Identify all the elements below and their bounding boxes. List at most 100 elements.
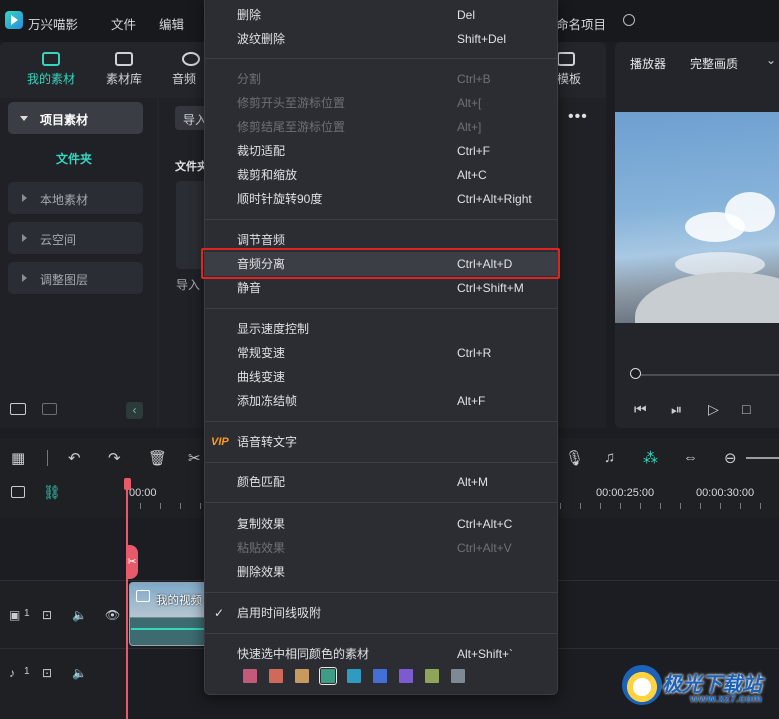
menu-file[interactable]: 文件 [111,14,136,33]
tab-audio[interactable]: 音频 [172,52,204,87]
menu-item[interactable]: 常规变速 Ctrl+R [205,341,557,365]
menu-item[interactable]: 显示速度控制 [205,317,557,341]
menu-item[interactable]: 裁剪和缩放 Alt+C [205,163,557,187]
split-marker[interactable]: ✂ [126,545,138,579]
redo-icon[interactable]: ↷ [108,449,121,467]
menu-item[interactable]: 颜色匹配 Alt+M [205,470,557,494]
menu-item[interactable]: 语音转文字 VIP [205,430,557,454]
menu-item[interactable]: 添加冻结帧 Alt+F [205,389,557,413]
playhead-handle[interactable] [124,478,131,490]
lock-icon[interactable]: ⊡ [42,666,52,680]
menu-item: 修剪开头至游标位置 Alt+[ [205,91,557,115]
menu-item[interactable]: 静音 Ctrl+Shift+M [205,276,557,300]
expand-arrow-icon [22,194,27,202]
clip-title: 我的视频 [156,595,202,607]
add-track-icon[interactable] [11,486,25,498]
menu-separator [205,462,557,463]
menu-item-label: 常规变速 [237,346,286,360]
prev-frame-icon[interactable]: ⏮ [634,401,647,418]
menu-separator [205,58,557,59]
new-folder-icon[interactable] [10,403,26,415]
library-icon [115,52,133,66]
link-icon[interactable]: ⛓ [43,484,61,501]
menu-separator [205,308,557,309]
cloud-sync-icon[interactable] [623,14,635,26]
microphone-icon[interactable]: 🎙 [565,449,584,467]
chevron-down-icon[interactable]: ⌄ [766,53,776,67]
eye-icon[interactable]: 👁 [105,608,120,622]
sidebar-item-adjust-layer[interactable]: 调整图层 [8,262,143,294]
zoom-out-icon[interactable]: ⊖ [724,449,737,467]
quality-select[interactable]: 完整画质 [690,55,738,72]
menu-item[interactable]: 波纹删除 Shift+Del [205,27,557,51]
menu-item[interactable]: 裁切适配 Ctrl+F [205,139,557,163]
menu-item[interactable]: 复制效果 Ctrl+Alt+C [205,512,557,536]
app-logo-icon [5,11,23,29]
tab-library[interactable]: 素材库 [94,52,154,87]
menu-item-label: 粘贴效果 [237,541,286,555]
menu-item[interactable]: 顺时针旋转90度 Ctrl+Alt+Right [205,187,557,211]
color-swatch[interactable] [295,669,309,683]
audio-list-icon[interactable]: ♫ [604,449,615,466]
menu-edit[interactable]: 编辑 [159,14,184,33]
tab-my-media[interactable]: 我的素材 [21,52,81,87]
color-swatch[interactable] [269,669,283,683]
color-swatch[interactable] [347,669,361,683]
ruler-ticks [140,503,204,509]
menu-item[interactable]: 启用时间线吸附 ✓ [205,601,557,625]
menu-item[interactable]: 曲线变速 [205,365,557,389]
color-swatch[interactable] [318,666,338,686]
menu-item-shortcut: Alt+F [457,394,486,408]
lock-icon[interactable]: ⊡ [42,608,52,622]
menu-item-label: 顺时针旋转90度 [237,192,323,206]
collapse-sidebar-button[interactable]: ‹ [126,402,143,419]
menu-item-shortcut: Alt+[ [457,96,482,110]
color-swatch[interactable] [373,669,387,683]
color-swatch[interactable] [425,669,439,683]
timecode: 00:00 [129,487,157,499]
menu-separator [205,502,557,503]
context-menu: 删除 Del 波纹删除 Shift+Del 分割 Ctrl+B 修剪开头至游标位置 Alt+[… [204,0,558,695]
menu-item[interactable]: 删除效果 [205,560,557,584]
cloud [725,192,775,232]
color-swatch[interactable] [451,669,465,683]
sidebar-item-project-media[interactable]: 项目素材 [8,102,143,134]
volume-icon[interactable]: 🔈 [72,608,87,622]
sidebar-item-local[interactable]: 本地素材 [8,182,143,214]
project-title[interactable]: 命名项目 [556,14,606,33]
volume-icon[interactable]: 🔈 [72,666,87,680]
menu-item: 修剪结尾至游标位置 Alt+] [205,115,557,139]
stop-icon[interactable]: □ [742,401,750,417]
menu-item-shortcut: Ctrl+Alt+C [457,517,513,531]
menu-item-label: 曲线变速 [237,370,286,384]
app-name: 万兴喵影 [28,18,79,32]
player-label: 播放器 [630,57,667,71]
layout-icon[interactable]: ▦ [11,449,25,467]
step-forward-icon[interactable]: ⏯ [671,401,682,418]
play-icon[interactable]: ▷ [708,401,719,418]
menu-item[interactable]: 删除 Del [205,3,557,27]
color-swatch[interactable] [243,669,257,683]
menu-item-shortcut: Ctrl+Shift+M [457,281,524,295]
snap-icon[interactable]: ⁂ [643,449,658,467]
delete-icon[interactable]: 🗑 [148,449,167,467]
import-button[interactable]: 导入 [175,106,207,130]
folder-icon[interactable] [42,403,57,415]
fit-icon[interactable]: ⇔ [683,449,698,466]
color-swatch[interactable] [399,669,413,683]
menu-item-label: 分割 [237,72,262,86]
undo-icon[interactable]: ↶ [68,449,81,467]
playback-scrubber[interactable] [630,374,779,376]
scissors-icon[interactable]: ✂ [188,449,204,467]
scrubber-handle[interactable] [630,368,641,379]
zoom-slider[interactable] [746,457,779,459]
music-note-icon [182,52,200,66]
menu-item[interactable]: 快速选中相同颜色的素材 Alt+Shift+` [205,642,557,666]
sidebar-item-cloud[interactable]: 云空间 [8,222,143,254]
menu-item-label: 修剪结尾至游标位置 [237,120,346,134]
sidebar-folder[interactable]: 文件夹 [0,150,148,167]
more-options-icon[interactable]: ••• [568,108,588,126]
menu-separator [205,421,557,422]
clip-play-icon [136,590,150,602]
playhead[interactable] [126,478,128,719]
